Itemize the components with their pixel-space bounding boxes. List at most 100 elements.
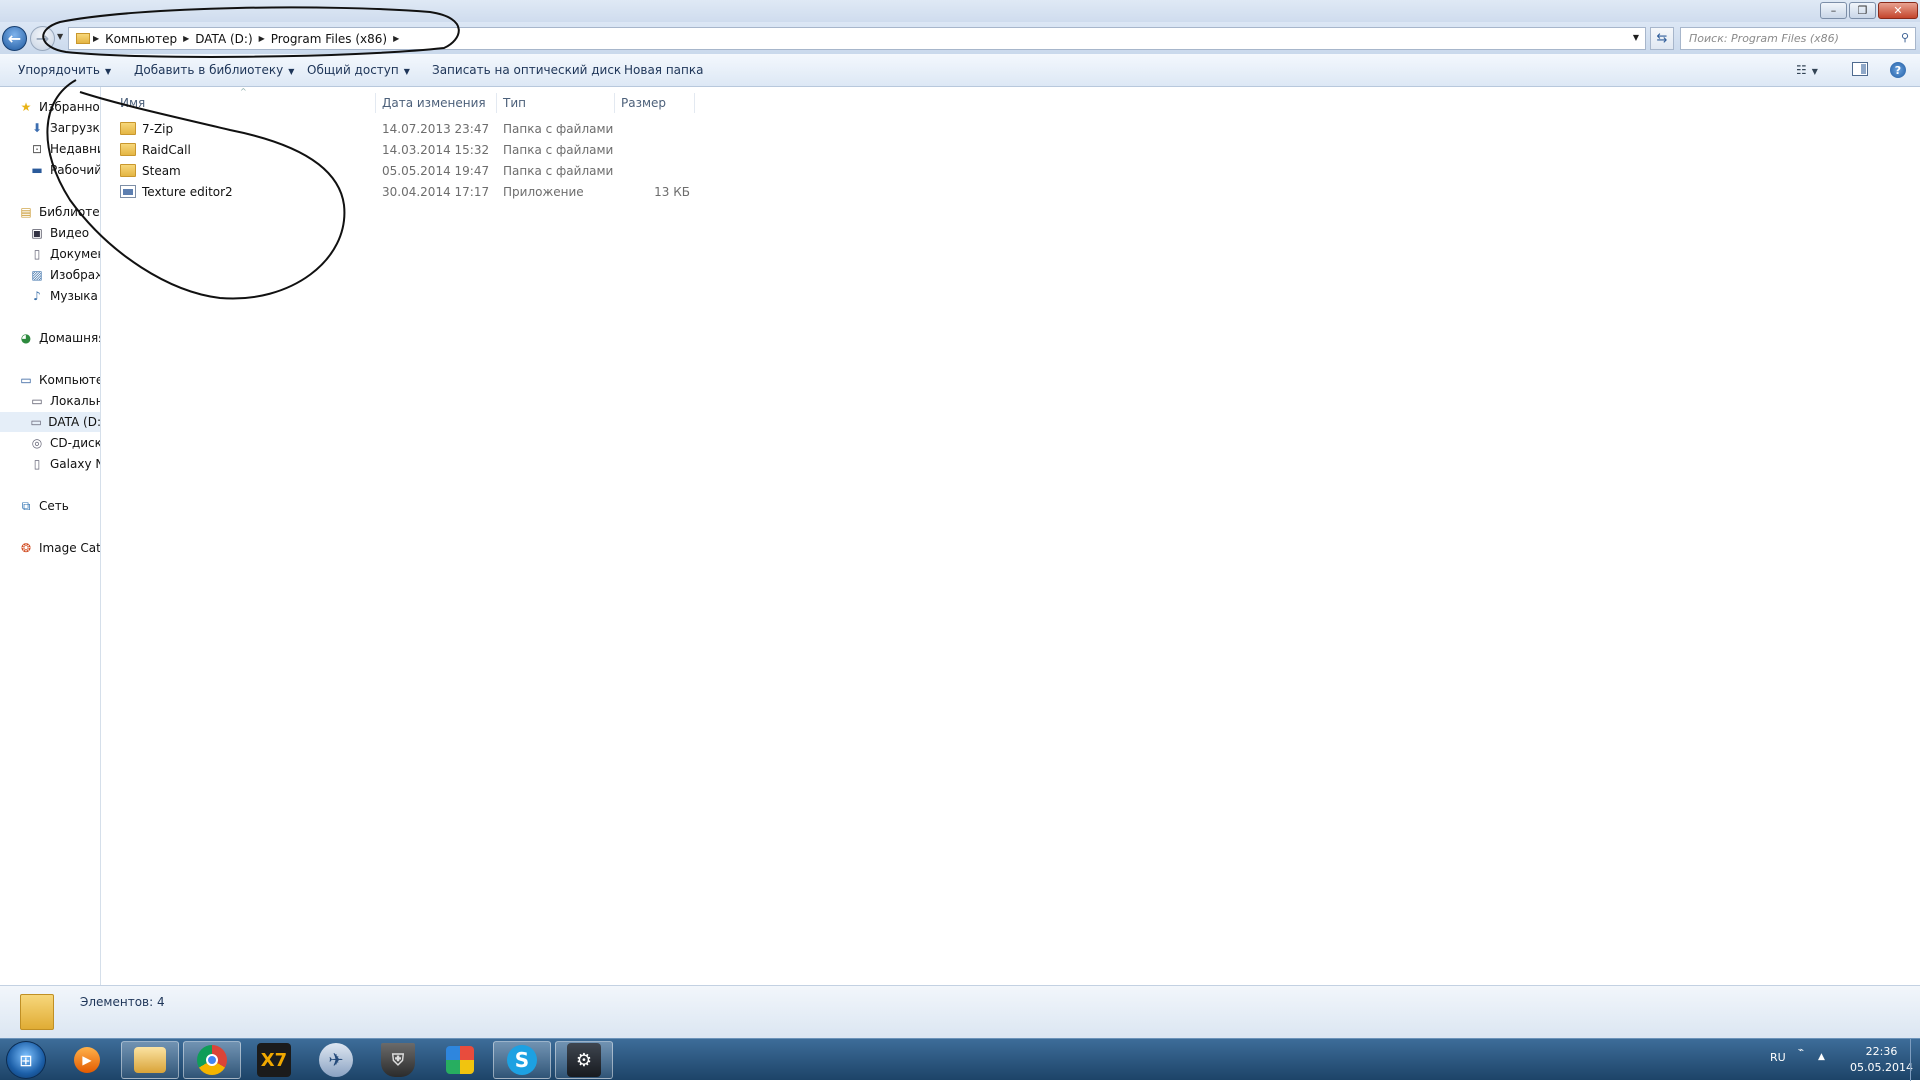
nav-desktop[interactable]: ▬ Рабочий xyxy=(29,160,100,180)
taskbar-media-player[interactable]: ▶ xyxy=(58,1041,116,1079)
start-button[interactable]: ⊞ xyxy=(6,1041,46,1079)
view-options-button[interactable]: ☷ ▼ xyxy=(1796,63,1818,77)
nav-galaxy[interactable]: ▯ Galaxy Ne xyxy=(29,454,100,474)
nav-documents[interactable]: ▯ Документы xyxy=(29,244,100,264)
download-icon: ⬇ xyxy=(31,121,43,135)
column-header-size[interactable]: Размер xyxy=(615,93,695,113)
taskbar-x7[interactable]: X7 xyxy=(245,1041,303,1079)
chevron-down-icon: ▼ xyxy=(104,67,112,76)
refresh-icon: ⇆ xyxy=(1656,31,1668,46)
show-hidden-icons-button[interactable]: ▲ xyxy=(1818,1052,1825,1062)
nav-label: Документы xyxy=(50,247,100,261)
new-folder-label: Новая папка xyxy=(624,63,704,77)
taskbar-control-panel[interactable] xyxy=(431,1041,489,1079)
column-header-date[interactable]: Дата изменения xyxy=(376,93,497,113)
taskbar-steam[interactable]: ⚙ xyxy=(555,1041,613,1079)
recent-pages-dropdown[interactable]: ▼ xyxy=(57,32,63,41)
kerbal-icon: ✈ xyxy=(319,1043,353,1077)
forward-button[interactable]: → xyxy=(30,26,55,51)
file-name: RaidCall xyxy=(142,143,191,157)
nav-label: Локальный xyxy=(50,394,100,408)
document-icon: ▯ xyxy=(33,247,41,261)
taskbar-explorer[interactable] xyxy=(121,1041,179,1079)
preview-pane-icon xyxy=(1861,64,1866,74)
file-date: 30.04.2014 17:17 xyxy=(382,185,490,199)
maximize-button[interactable]: ❐ xyxy=(1849,2,1876,19)
show-desktop-button[interactable] xyxy=(1910,1039,1920,1081)
add-to-library-button[interactable]: Добавить в библиотеку ▼ xyxy=(122,63,306,77)
new-folder-button[interactable]: Новая папка xyxy=(612,63,715,77)
system-drive-icon: ▭ xyxy=(31,394,43,408)
chrome-icon xyxy=(197,1045,227,1075)
help-button[interactable]: ? xyxy=(1890,62,1906,78)
details-pane: Элементов: 4 xyxy=(0,985,1920,1038)
close-icon: ✕ xyxy=(1893,4,1903,17)
search-icon[interactable]: ⚲ xyxy=(1901,31,1909,44)
preview-pane-button[interactable] xyxy=(1852,62,1868,76)
nav-label: Image Cata xyxy=(39,541,101,555)
refresh-button[interactable]: ⇆ xyxy=(1650,27,1674,50)
nav-local-disk[interactable]: ▭ Локальный xyxy=(29,391,100,411)
back-button[interactable]: ← xyxy=(2,26,27,51)
clock[interactable]: 22:36 05.05.2014 xyxy=(1850,1044,1913,1076)
file-row[interactable]: Steam 05.05.2014 19:47 Папка с файлами xyxy=(120,161,700,182)
title-bar: – ❐ ✕ xyxy=(0,0,1920,22)
file-type: Папка с файлами xyxy=(503,143,614,157)
taskbar-world-of-tanks[interactable]: ⛨ xyxy=(369,1041,427,1079)
file-row[interactable]: 7-Zip 14.07.2013 23:47 Папка с файлами xyxy=(120,119,700,140)
nav-video[interactable]: ▣ Видео xyxy=(29,223,89,243)
nav-music[interactable]: ♪ Музыка xyxy=(29,286,98,306)
nav-data-drive[interactable]: ▭ DATA (D: xyxy=(0,412,100,432)
network-status-icon[interactable]: ⌁ xyxy=(1798,1045,1804,1056)
address-row: ← → ▼ ▶ Компьютер ▶ DATA (D:) ▶ Program … xyxy=(0,22,1920,54)
minimize-icon: – xyxy=(1830,4,1837,17)
nav-label: Изображения xyxy=(50,268,100,282)
nav-images[interactable]: ▨ Изображения xyxy=(29,265,100,285)
nav-cd-drive[interactable]: ◎ CD-дисковод xyxy=(29,433,100,453)
image-icon: ▨ xyxy=(31,268,43,282)
taskbar-chrome[interactable] xyxy=(183,1041,241,1079)
taskbar-skype[interactable]: S xyxy=(493,1041,551,1079)
taskbar-kerbal[interactable]: ✈ xyxy=(307,1041,365,1079)
help-icon: ? xyxy=(1894,63,1902,77)
file-row[interactable]: RaidCall 14.03.2014 15:32 Папка с файлам… xyxy=(120,140,700,161)
language-indicator[interactable]: RU xyxy=(1770,1051,1786,1064)
file-type: Папка с файлами xyxy=(503,164,614,178)
breadcrumb-data-drive[interactable]: DATA (D:) xyxy=(189,32,258,46)
column-label: Тип xyxy=(503,96,526,110)
add-to-library-label: Добавить в библиотеку xyxy=(134,63,284,77)
steam-icon: ⚙ xyxy=(567,1043,601,1077)
nav-libraries[interactable]: ▤ Библиотеки xyxy=(18,202,100,222)
nav-recent[interactable]: ⊡ Недавние xyxy=(29,139,100,159)
file-date: 05.05.2014 19:47 xyxy=(382,164,490,178)
burn-button[interactable]: Записать на оптический диск xyxy=(420,63,633,77)
nav-homegroup[interactable]: ◕ Домашняя xyxy=(18,328,100,348)
file-row[interactable]: Texture editor2 30.04.2014 17:17 Приложе… xyxy=(120,182,700,203)
column-header-type[interactable]: Тип xyxy=(497,93,615,113)
folder-icon xyxy=(75,32,91,46)
catalog-icon: ❂ xyxy=(20,541,32,555)
address-field[interactable]: ▶ Компьютер ▶ DATA (D:) ▶ Program Files … xyxy=(68,27,1646,50)
breadcrumb-computer[interactable]: Компьютер xyxy=(99,32,183,46)
breadcrumb-separator[interactable]: ▶ xyxy=(393,34,399,43)
nav-image-catalog[interactable]: ❂ Image Cata xyxy=(18,538,101,558)
nav-computer[interactable]: ▭ Компьютер xyxy=(18,370,100,390)
minimize-button[interactable]: – xyxy=(1820,2,1847,19)
close-button[interactable]: ✕ xyxy=(1878,2,1918,19)
breadcrumb-program-files[interactable]: Program Files (x86) xyxy=(265,32,393,46)
nav-label: Библиотеки xyxy=(39,205,100,219)
address-history-dropdown[interactable]: ▼ xyxy=(1633,33,1639,42)
share-button[interactable]: Общий доступ ▼ xyxy=(295,63,422,77)
nav-network[interactable]: ⧉ Сеть xyxy=(18,496,69,516)
nav-favorites[interactable]: ★ Избранное xyxy=(18,97,101,117)
nav-label: Избранное xyxy=(39,100,101,114)
computer-icon: ▭ xyxy=(20,373,32,387)
share-label: Общий доступ xyxy=(307,63,399,77)
search-input[interactable]: Поиск: Program Files (x86) ⚲ xyxy=(1680,27,1916,50)
nav-label: Загрузки xyxy=(50,121,100,135)
phone-icon: ▯ xyxy=(33,457,41,471)
column-header-name[interactable]: Имя ^ xyxy=(114,87,376,113)
organize-button[interactable]: Упорядочить ▼ xyxy=(6,63,123,77)
file-size: 13 КБ xyxy=(654,185,690,199)
nav-downloads[interactable]: ⬇ Загрузки xyxy=(29,118,100,138)
